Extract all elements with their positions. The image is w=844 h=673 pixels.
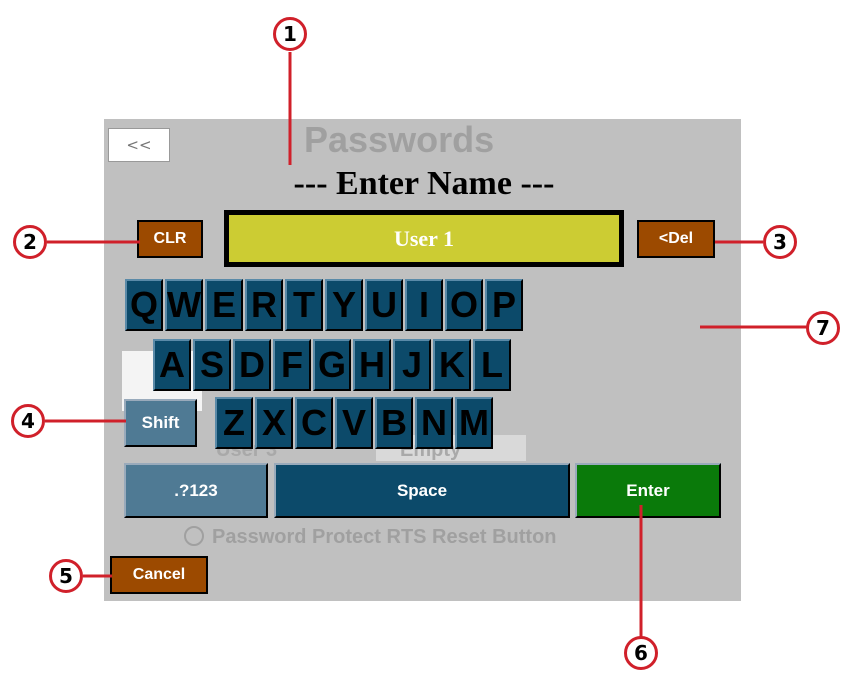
- callout-badge: 5: [49, 559, 83, 593]
- callout-lines: [45, 52, 808, 638]
- callout-badge: 6: [624, 636, 658, 670]
- callout-badge: 4: [11, 404, 45, 438]
- callout-badge: 1: [273, 17, 307, 51]
- callout-badge: 2: [13, 225, 47, 259]
- callout-badge: 3: [763, 225, 797, 259]
- callout-badge: 7: [806, 311, 840, 345]
